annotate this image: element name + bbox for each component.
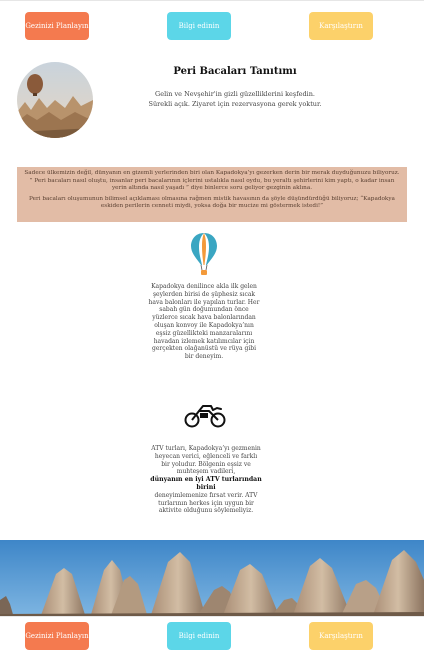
cappadocia-balloon-photo [17,62,93,138]
motorcycle-icon [183,402,227,428]
plan-trip-button[interactable]: Gezinizi Planlayın [25,12,89,40]
compare-button[interactable]: Karşılaştırın [309,12,373,40]
story-paragraph-2: Peri bacaları oluşumunun bilimsel açıkla… [29,195,395,210]
atv-text-highlight: dünyanın en iyi ATV turlarından birini [150,476,262,491]
intro-text: Gelin ve Nevşehir'in gizli güzelliklerin… [140,89,330,109]
get-info-button[interactable]: Bilgi edinin [167,12,231,40]
fairy-chimneys-hero-image [0,540,424,618]
plan-trip-button-bottom[interactable]: Gezinizi Planlayın [25,622,89,650]
atv-description: ATV turları, Kapadokya’yı gezmenin heyec… [150,445,262,515]
get-info-button-bottom[interactable]: Bilgi edinin [167,622,231,650]
atv-text-outro: deneyimlemenize fırsat verir. ATV turlar… [154,491,258,515]
intro-line-2: Sürekli açık. Ziyaret için rezervasyona … [148,100,322,108]
bottom-nav: Gezinizi Planlayın Bilgi edinin Karşılaş… [0,616,424,661]
top-divider [0,0,424,1]
atv-text-intro: ATV turları, Kapadokya’yı gezmenin heyec… [151,445,261,476]
story-box: Sadece ülkemizin değil, dünyanın en gize… [17,167,407,222]
balloon-description: Kapadokya denilince akla ilk gelen şeyle… [148,283,260,361]
top-nav: Gezinizi Planlayın Bilgi edinin Karşılaş… [0,8,424,48]
page-title: Peri Bacaları Tanıtımı [173,66,297,77]
compare-button-bottom[interactable]: Karşılaştırın [309,622,373,650]
story-paragraph-1: Sadece ülkemizin değil, dünyanın en gize… [24,170,400,192]
hot-air-balloon-icon [190,232,218,276]
intro-line-1: Gelin ve Nevşehir'in gizli güzelliklerin… [155,90,315,98]
